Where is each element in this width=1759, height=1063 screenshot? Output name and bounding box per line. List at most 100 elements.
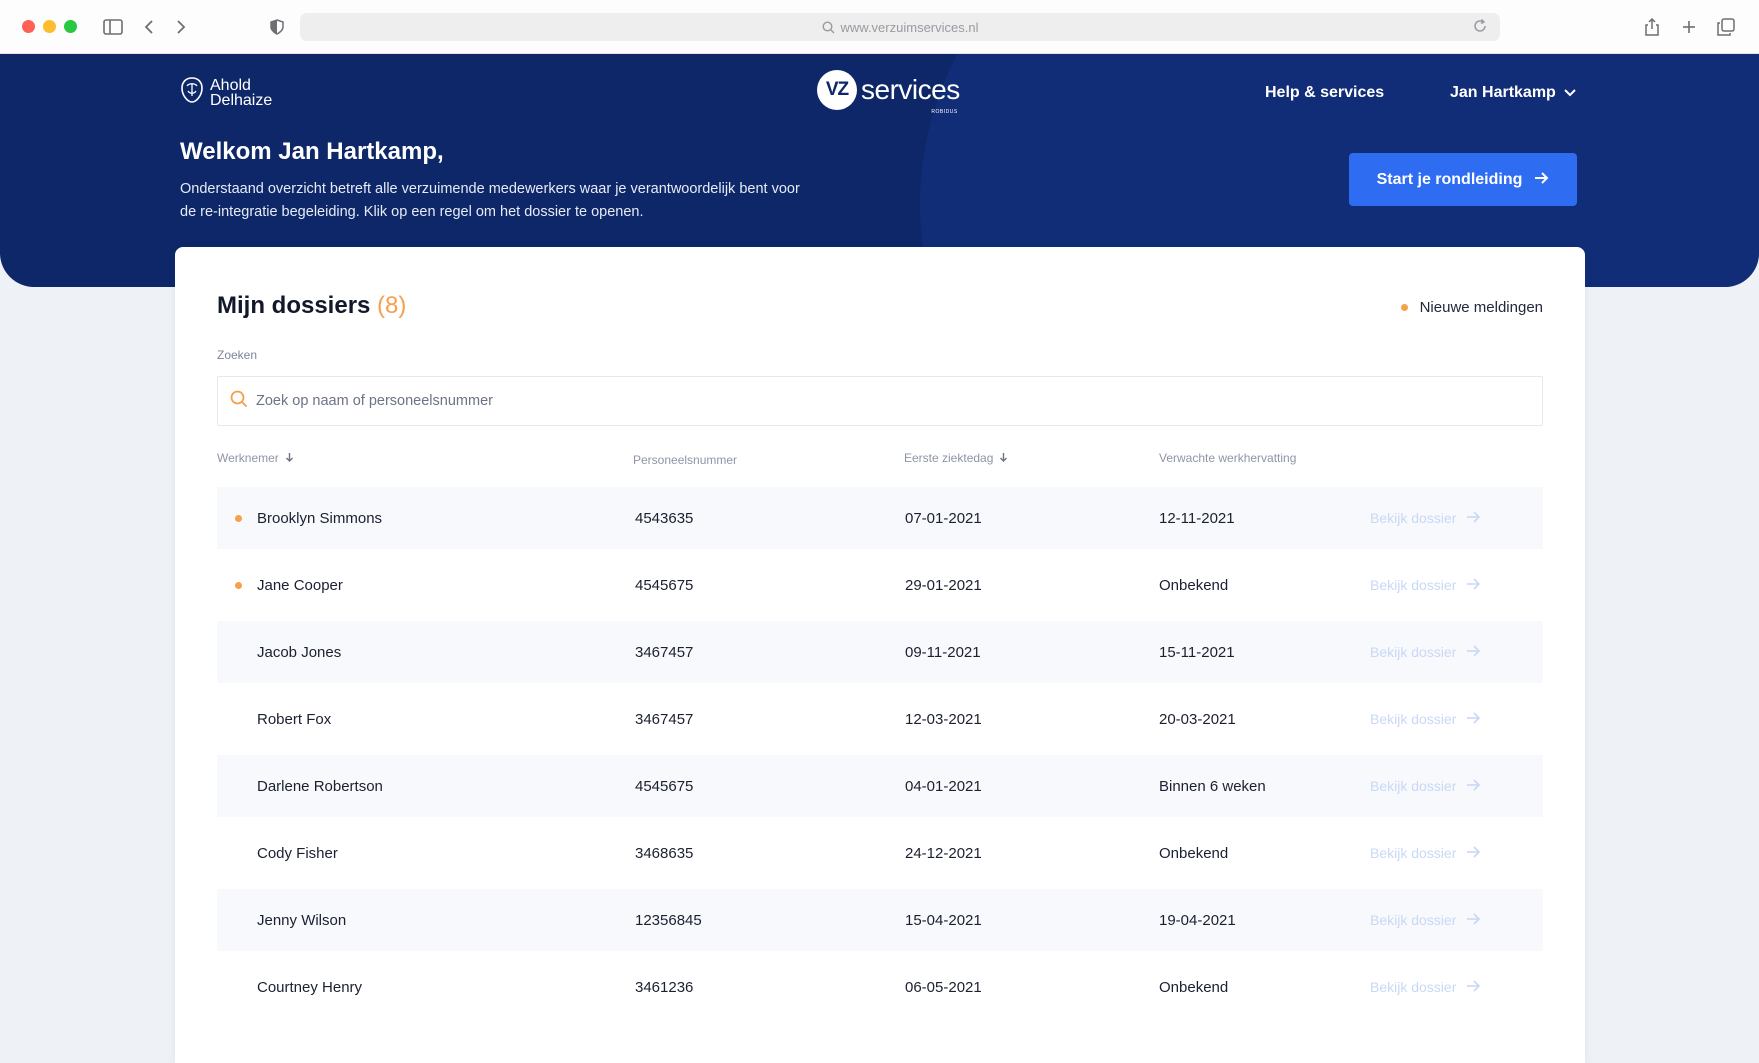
view-dossier-link[interactable]: Bekijk dossier: [1370, 688, 1481, 750]
personnel-number: 4545675: [635, 576, 694, 594]
first-sick-day: 29-01-2021: [905, 576, 982, 594]
brand-left-line2: Delhaize: [210, 91, 273, 109]
vz-subbrand: ROBIDUS: [931, 109, 958, 115]
view-dossier-link[interactable]: Bekijk dossier: [1370, 956, 1481, 1018]
view-dossier-label: Bekijk dossier: [1370, 510, 1457, 526]
vz-services-logo[interactable]: VZ services ROBIDUS: [817, 70, 960, 115]
expected-return: Onbekend: [1159, 978, 1229, 996]
privacy-shield-icon[interactable]: [264, 14, 290, 40]
maximize-window-button[interactable]: [64, 20, 77, 33]
expected-return: Onbekend: [1159, 576, 1229, 594]
personnel-number: 4545675: [635, 777, 694, 795]
arrow-right-icon: [1466, 845, 1481, 861]
sort-down-icon: [999, 451, 1008, 465]
personnel-number: 3461236: [635, 978, 694, 996]
expected-return: 20-03-2021: [1159, 710, 1236, 728]
new-notification-dot-icon: [235, 554, 242, 616]
dossiers-title: Mijn dossiers (8): [217, 292, 406, 320]
view-dossier-label: Bekijk dossier: [1370, 577, 1457, 593]
table-row[interactable]: Brooklyn Simmons 4543635 07-01-2021 12-11-2…: [217, 487, 1543, 549]
table-row[interactable]: Jacob Jones 3467457 09-11-2021 15-11-2021 Be…: [217, 621, 1543, 683]
column-header-expected-return: Verwachte werkhervatting: [1159, 451, 1296, 465]
browser-toolbar: www.verzuimservices.nl: [0, 0, 1759, 54]
employee-name: Robert Fox: [257, 710, 332, 728]
first-sick-day: 12-03-2021: [905, 710, 982, 728]
view-dossier-label: Bekijk dossier: [1370, 778, 1457, 794]
employee-name: Jane Cooper: [257, 576, 343, 594]
view-dossier-link[interactable]: Bekijk dossier: [1370, 755, 1481, 817]
share-icon[interactable]: [1639, 14, 1665, 40]
table-row[interactable]: Jane Cooper 4545675 29-01-2021 Onbekend Beki…: [217, 554, 1543, 616]
view-dossier-link[interactable]: Bekijk dossier: [1370, 487, 1481, 549]
dossiers-count: (8): [377, 292, 407, 319]
search-icon: [230, 390, 248, 413]
intro-line-2: de re-integratie begeleiding. Klik op ee…: [180, 204, 644, 220]
intro-text: Onderstaand overzicht betreft alle verzu…: [180, 178, 880, 224]
search-box[interactable]: [217, 376, 1543, 426]
search-input[interactable]: [256, 393, 1542, 409]
column-header-employee[interactable]: Werknemer: [217, 451, 294, 465]
intro-line-1: Onderstaand overzicht betreft alle verzu…: [180, 181, 800, 197]
sidebar-toggle-icon[interactable]: [100, 14, 126, 40]
close-window-button[interactable]: [22, 20, 35, 33]
address-bar[interactable]: www.verzuimservices.nl: [300, 13, 1500, 41]
view-dossier-label: Bekijk dossier: [1370, 711, 1457, 727]
back-icon[interactable]: [136, 14, 162, 40]
expected-return: 15-11-2021: [1159, 643, 1235, 661]
employee-name: Jenny Wilson: [257, 911, 347, 929]
column-header-first-sick-day[interactable]: Eerste ziektedag: [904, 451, 1008, 465]
user-name: Jan Hartkamp: [1450, 84, 1556, 101]
url-text: www.verzuimservices.nl: [840, 19, 979, 35]
view-dossier-link[interactable]: Bekijk dossier: [1370, 554, 1481, 616]
arrow-right-icon: [1466, 644, 1481, 660]
new-tab-icon[interactable]: [1676, 14, 1702, 40]
search-label: Zoeken: [217, 348, 258, 362]
lion-emblem-icon: [180, 76, 204, 109]
column-header-employee-label: Werknemer: [217, 451, 279, 465]
reload-icon[interactable]: [1472, 18, 1488, 34]
view-dossier-label: Bekijk dossier: [1370, 979, 1457, 995]
table-row[interactable]: Courtney Henry 3461236 06-05-2021 Onbekend B…: [217, 956, 1543, 1018]
personnel-number: 12356845: [635, 911, 702, 929]
start-tour-label: Start je rondleiding: [1376, 170, 1523, 188]
view-dossier-link[interactable]: Bekijk dossier: [1370, 822, 1481, 884]
table-row[interactable]: Darlene Robertson 4545675 04-01-2021 Binnen…: [217, 755, 1543, 817]
arrow-right-icon: [1466, 577, 1481, 593]
vz-wordmark: services: [861, 74, 960, 105]
first-sick-day: 06-05-2021: [905, 978, 982, 996]
expected-return: Binnen 6 weken: [1159, 777, 1266, 795]
search-icon: [821, 20, 835, 34]
dossiers-title-text: Mijn dossiers: [217, 292, 371, 319]
ahold-delhaize-logo[interactable]: Ahold Delhaize: [180, 76, 272, 109]
tab-overview-icon[interactable]: [1713, 14, 1739, 40]
arrow-right-icon: [1466, 778, 1481, 794]
table-row[interactable]: Jenny Wilson 12356845 15-04-2021 19-04-2021…: [217, 889, 1543, 951]
vz-mark: VZ: [817, 70, 857, 110]
user-menu[interactable]: Jan Hartkamp: [1450, 84, 1576, 102]
employee-name: Cody Fisher: [257, 844, 338, 862]
arrow-right-icon: [1466, 510, 1481, 526]
personnel-number: 3467457: [635, 643, 694, 661]
view-dossier-link[interactable]: Bekijk dossier: [1370, 889, 1481, 951]
welcome-heading: Welkom Jan Hartkamp,: [180, 138, 444, 165]
employee-name: Jacob Jones: [257, 643, 342, 661]
table-row[interactable]: Cody Fisher 3468635 24-12-2021 Onbekend Beki…: [217, 822, 1543, 884]
column-header-first-sick-day-label: Eerste ziektedag: [904, 451, 994, 465]
table-row[interactable]: Robert Fox 3467457 12-03-2021 20-03-2021 Bek…: [217, 688, 1543, 750]
forward-icon[interactable]: [168, 14, 194, 40]
column-header-expected-return-label: Verwachte werkhervatting: [1159, 451, 1297, 465]
new-notification-dot-icon: [235, 487, 242, 549]
dossiers-card: Mijn dossiers (8) Nieuwe meldingen Zoeke…: [175, 247, 1585, 1063]
arrow-right-icon: [1466, 979, 1481, 995]
column-header-number: Personeelsnummer: [633, 453, 737, 467]
nav-help-services[interactable]: Help & services: [1265, 84, 1384, 102]
arrow-right-icon: [1466, 711, 1481, 727]
view-dossier-label: Bekijk dossier: [1370, 644, 1457, 660]
minimize-window-button[interactable]: [43, 20, 56, 33]
view-dossier-label: Bekijk dossier: [1370, 912, 1457, 928]
view-dossier-link[interactable]: Bekijk dossier: [1370, 621, 1481, 683]
sort-down-icon: [285, 451, 294, 465]
first-sick-day: 24-12-2021: [905, 844, 982, 862]
start-tour-button[interactable]: Start je rondleiding: [1349, 153, 1577, 206]
first-sick-day: 09-11-2021: [905, 643, 981, 661]
